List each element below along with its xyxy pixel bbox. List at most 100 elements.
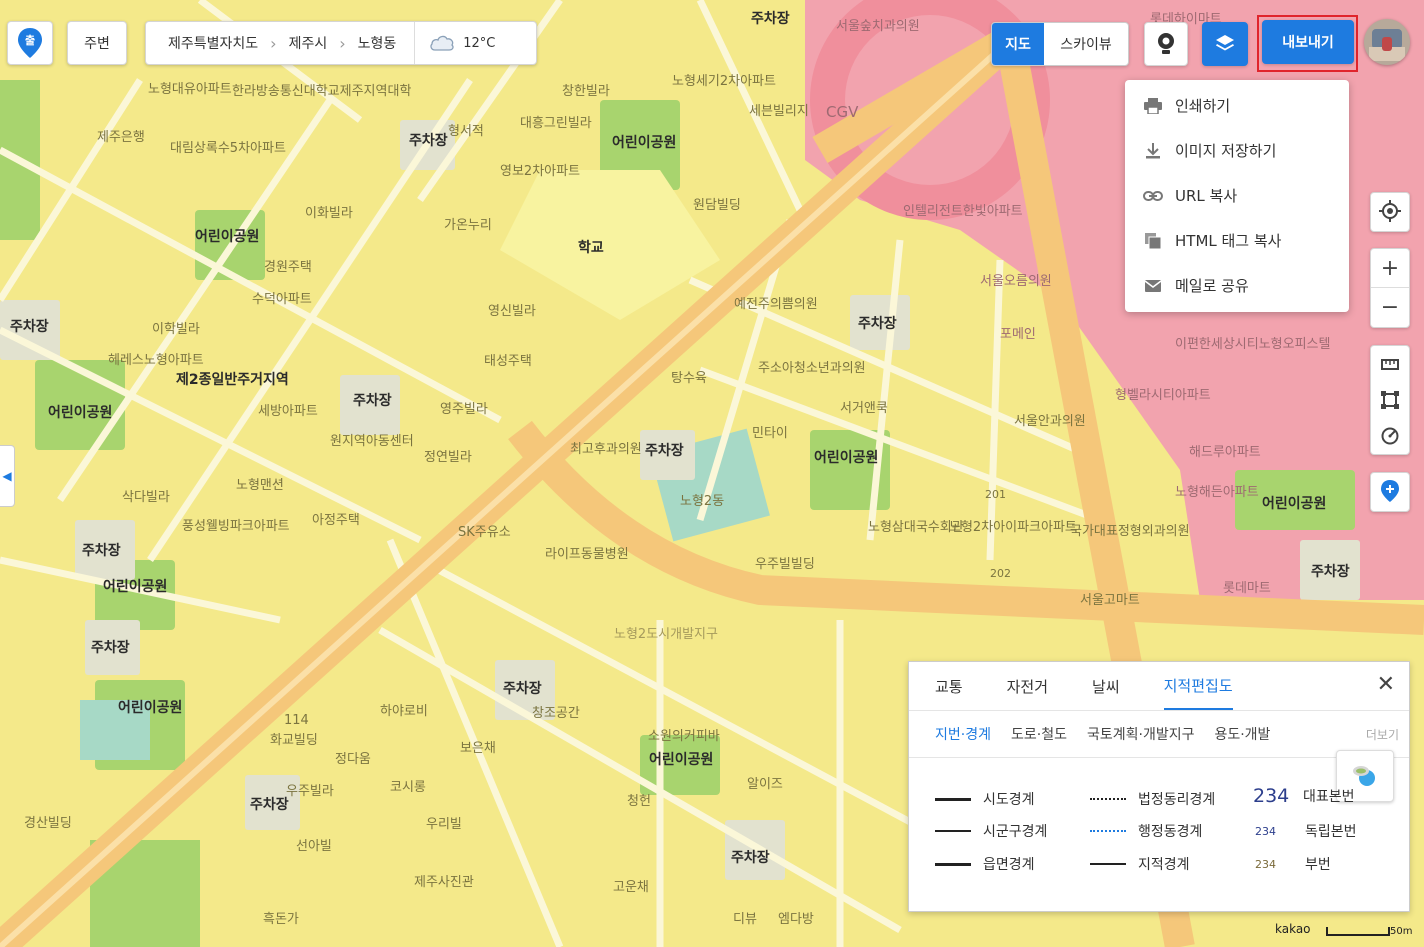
map-label-place[interactable]: 노형대유아파트 [148, 78, 232, 97]
map-label-parking[interactable]: 주차장 [1311, 561, 1350, 581]
map-label-place[interactable]: 제주은행 [97, 126, 145, 145]
map-label-place[interactable]: 삭다빌라 [122, 486, 170, 505]
map-label-place[interactable]: 롯데마트 [1223, 577, 1271, 596]
map-label-parking[interactable]: 주차장 [250, 794, 289, 814]
map-label-place[interactable]: 풍성웰빙파크아파트 [182, 515, 290, 534]
menu-item-print[interactable]: 인쇄하기 [1125, 83, 1349, 128]
map-label-place[interactable]: 포메인 [1000, 323, 1036, 342]
subtab-land-plan[interactable]: 국토계획·개발지구 [1087, 724, 1195, 744]
map-label-place[interactable]: 흑돈가 [263, 908, 299, 927]
map-label-place[interactable]: 세방아파트 [258, 400, 318, 419]
current-location-button[interactable] [1370, 192, 1410, 232]
map-label-place[interactable]: 원지역아동센터 [330, 430, 414, 449]
map-label-place[interactable]: 정다움 [335, 748, 371, 767]
map-label-place[interactable]: SK주유소 [458, 521, 511, 540]
map-label-place[interactable]: 노형2도시개발지구 [614, 623, 718, 642]
map-label-cgv[interactable]: CGV [826, 103, 858, 121]
map-label-place[interactable]: 아정주택 [312, 509, 360, 528]
map-label-place[interactable]: 인텔리전트한빛아파트 [903, 200, 1023, 219]
map-type-skyview-button[interactable]: 스카이뷰 [1044, 23, 1128, 65]
map-label-place[interactable]: 알이즈 [747, 773, 783, 792]
map-label-place[interactable]: 서거앤쿡 [840, 397, 888, 416]
map-label-place[interactable]: 청헌 [627, 790, 651, 809]
map-label-parking[interactable]: 주차장 [409, 130, 448, 150]
map-label-place[interactable]: 이편한세상시티노형오피스텔 [1175, 333, 1330, 352]
menu-item-copy-url[interactable]: URL 복사 [1125, 173, 1349, 218]
map-label-place[interactable]: 형벨라시티아파트 [1115, 384, 1211, 403]
map-label-place[interactable]: 노형2차아이파크아파트 [949, 516, 1077, 535]
map-label-place[interactable]: 가온누리 [444, 214, 492, 233]
map-label-playground[interactable]: 어린이공원 [48, 402, 112, 422]
map-label-place[interactable]: 노형맨션 [236, 474, 284, 493]
tab-traffic[interactable]: 교통 [935, 662, 963, 710]
export-button[interactable]: 내보내기 [1262, 20, 1354, 64]
map-label-place[interactable]: 고운채 [613, 876, 649, 895]
map-label-place[interactable]: 선아빌 [296, 835, 332, 854]
map-label-place[interactable]: 우주빌라 [286, 780, 334, 799]
map-label-place[interactable]: 노형2동 [680, 490, 724, 509]
map-label-place[interactable]: 창한빌라 [562, 80, 610, 99]
layers-button[interactable] [1202, 22, 1248, 66]
map-label-place[interactable]: 수덕아파트 [252, 288, 312, 307]
avatar[interactable] [1364, 19, 1410, 65]
map-label-parking[interactable]: 주차장 [91, 637, 130, 657]
menu-item-email[interactable]: 메일로 공유 [1125, 263, 1349, 308]
tab-cadastral[interactable]: 지적편집도 [1163, 662, 1233, 710]
close-icon[interactable]: ✕ [1377, 674, 1395, 696]
map-label-parking[interactable]: 주차장 [858, 313, 897, 333]
map-label-playground[interactable]: 어린이공원 [649, 749, 713, 769]
map-label-place[interactable]: 영신빌라 [488, 300, 536, 319]
map-label-place[interactable]: 114 [284, 713, 309, 728]
map-label-parking[interactable]: 주차장 [82, 540, 121, 560]
map-label-place[interactable]: 창조공간 [532, 702, 580, 721]
map-label-playground[interactable]: 어린이공원 [195, 226, 259, 246]
subtab-road-rail[interactable]: 도로·철도 [1011, 724, 1067, 744]
map-label-parking[interactable]: 주차장 [503, 678, 542, 698]
map-label-place[interactable]: 영주빌라 [440, 398, 488, 417]
map-label-place[interactable]: 하야로비 [380, 700, 428, 719]
map-label-place[interactable]: 탕수육 [671, 367, 707, 386]
map-label-parking[interactable]: 주차장 [353, 390, 392, 410]
map-label-place[interactable]: 헤레스노형아파트 [108, 349, 204, 368]
more-link[interactable]: 더보기 [1366, 726, 1399, 743]
weather-widget[interactable]: 12°C [414, 22, 495, 64]
map-label-place[interactable]: 이학빌라 [152, 318, 200, 337]
map-label-place[interactable]: 화교빌딩 [270, 729, 318, 748]
map-label-place[interactable]: 서울오름의원 [980, 270, 1052, 289]
map-label-parking[interactable]: 주차장 [751, 8, 790, 28]
map-label-place[interactable]: 대흥그린빌라 [520, 112, 592, 131]
map-label-place[interactable]: 경원주택 [264, 256, 312, 275]
subtab-lot-boundary[interactable]: 지번·경계 [935, 724, 991, 744]
radius-button[interactable] [1371, 418, 1409, 454]
map-label-place[interactable]: 형서적 [448, 120, 484, 139]
map-label-place[interactable]: 경산빌딩 [24, 812, 72, 831]
map-label-school[interactable]: 학교 [578, 237, 604, 257]
map-label-place[interactable]: 민타이 [752, 422, 788, 441]
map-label-place[interactable]: 국가대표정형외과의원 [1070, 520, 1190, 539]
map-label-place[interactable]: 이화빌라 [305, 202, 353, 221]
map-label-place[interactable]: 노형세기2차아파트 [672, 70, 776, 89]
tab-weather[interactable]: 날씨 [1092, 662, 1120, 710]
map-label-place[interactable]: 디뷰 [733, 908, 757, 927]
breadcrumb-item[interactable]: 제주시 [289, 33, 328, 53]
map-label-place[interactable]: 해드루아파트 [1189, 441, 1261, 460]
map-label-playground[interactable]: 어린이공원 [612, 132, 676, 152]
breadcrumb-item[interactable]: 노형동 [358, 33, 397, 53]
map-label-place[interactable]: 태성주택 [484, 350, 532, 369]
map-label-playground[interactable]: 어린이공원 [814, 447, 878, 467]
map-label-place[interactable]: 최고후과의원 [570, 438, 642, 457]
map-label-parking[interactable]: 주차장 [10, 316, 49, 336]
ruler-button[interactable] [1371, 346, 1409, 382]
map-label-place[interactable]: 예전주의쁨의원 [734, 293, 818, 312]
menu-item-copy-html[interactable]: HTML 태그 복사 [1125, 218, 1349, 263]
map-label-place[interactable]: 엠다방 [778, 908, 814, 927]
map-label-parking[interactable]: 주차장 [731, 847, 770, 867]
map-label-place[interactable]: 영보2차아파트 [500, 160, 580, 179]
subtab-use-development[interactable]: 용도·개발 [1214, 724, 1270, 744]
tab-bicycle[interactable]: 자전거 [1007, 662, 1048, 710]
roadview-button[interactable] [1144, 22, 1188, 66]
map-label-playground[interactable]: 어린이공원 [103, 576, 167, 596]
map-label-place[interactable]: 한라방송통신대학교제주지역대학 [232, 80, 411, 99]
logo-button[interactable]: 출 [7, 21, 53, 65]
nearby-button[interactable]: 주변 [67, 21, 127, 65]
